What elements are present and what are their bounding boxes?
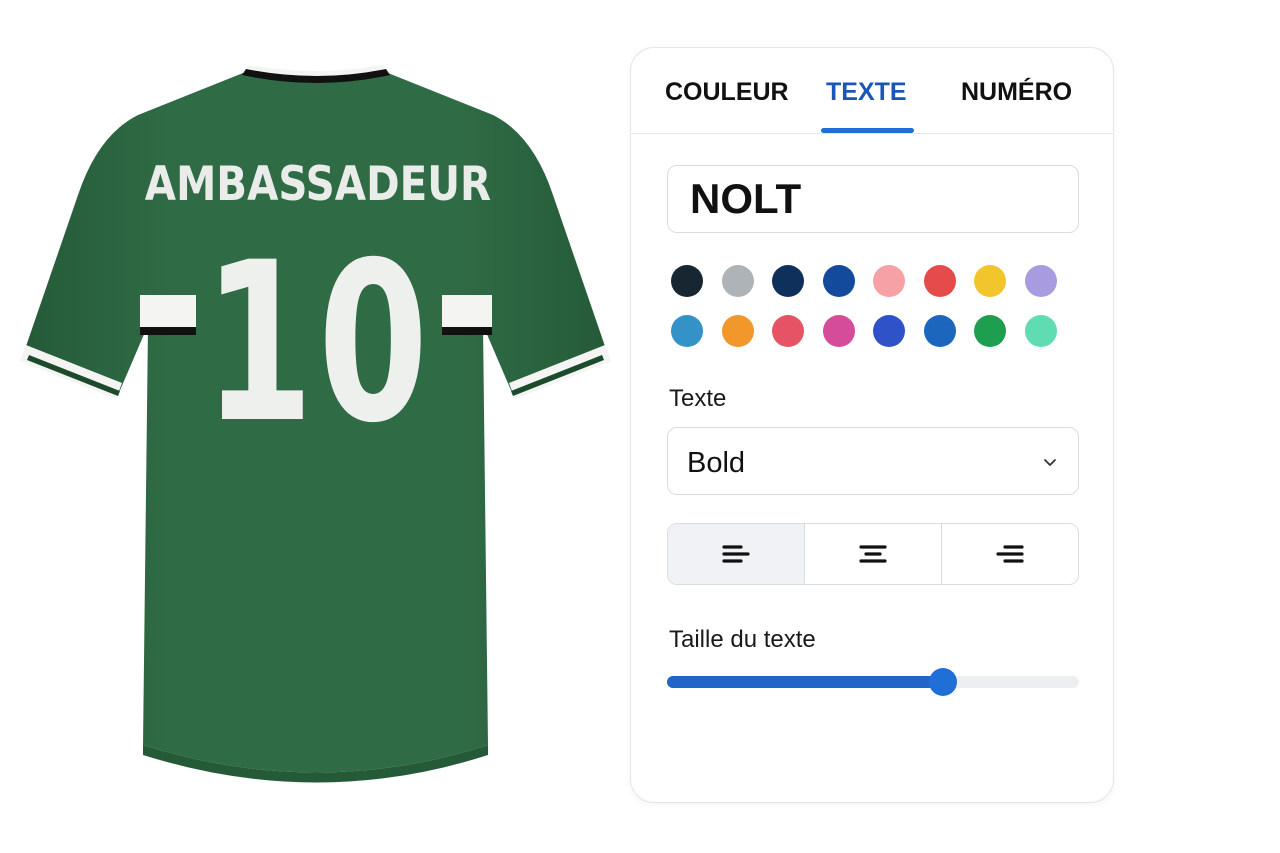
tab-texte[interactable]: TEXTE <box>826 78 907 107</box>
color-swatch[interactable] <box>1024 315 1057 347</box>
active-tab-indicator <box>821 128 914 133</box>
text-size-label: Taille du texte <box>669 626 816 653</box>
jersey-preview: AMBASSADEUR 10 <box>18 55 618 805</box>
align-center-icon <box>859 545 887 563</box>
color-swatch[interactable] <box>772 265 804 297</box>
color-swatch[interactable] <box>772 315 804 347</box>
text-size-slider[interactable] <box>667 668 1079 696</box>
align-right-button[interactable] <box>941 524 1078 584</box>
slider-fill <box>667 676 944 688</box>
slider-thumb[interactable] <box>929 668 958 696</box>
jersey-name-print: AMBASSADEUR <box>144 157 492 212</box>
align-right-icon <box>996 545 1024 563</box>
color-swatch[interactable] <box>721 315 754 347</box>
alignment-group <box>667 523 1079 585</box>
color-swatch[interactable] <box>923 265 956 297</box>
customization-panel: COULEUR TEXTE NUMÉRO Texte Bold <box>630 47 1114 803</box>
color-swatch[interactable] <box>974 315 1006 347</box>
color-swatch[interactable] <box>1024 265 1057 297</box>
chevron-down-icon <box>1044 459 1056 466</box>
color-swatch[interactable] <box>671 265 703 297</box>
font-style-value: Bold <box>687 447 746 479</box>
tab-couleur[interactable]: COULEUR <box>665 78 789 107</box>
align-center-button[interactable] <box>804 524 941 584</box>
color-swatch[interactable] <box>822 315 855 347</box>
color-swatch[interactable] <box>721 265 754 297</box>
font-label: Texte <box>669 385 727 412</box>
align-left-icon <box>722 545 750 563</box>
color-swatch[interactable] <box>671 315 703 347</box>
tab-bar: COULEUR TEXTE NUMÉRO <box>631 48 1113 134</box>
align-left-button[interactable] <box>668 524 804 584</box>
color-swatch[interactable] <box>822 265 855 297</box>
tab-numero[interactable]: NUMÉRO <box>961 78 1072 107</box>
color-swatch[interactable] <box>923 315 956 347</box>
color-swatch[interactable] <box>974 265 1006 297</box>
font-style-select[interactable]: Bold <box>667 427 1079 495</box>
name-text-input[interactable] <box>667 165 1079 233</box>
jersey-number-print: 10 <box>203 215 433 471</box>
color-swatch[interactable] <box>873 265 905 297</box>
color-swatch[interactable] <box>873 315 905 347</box>
